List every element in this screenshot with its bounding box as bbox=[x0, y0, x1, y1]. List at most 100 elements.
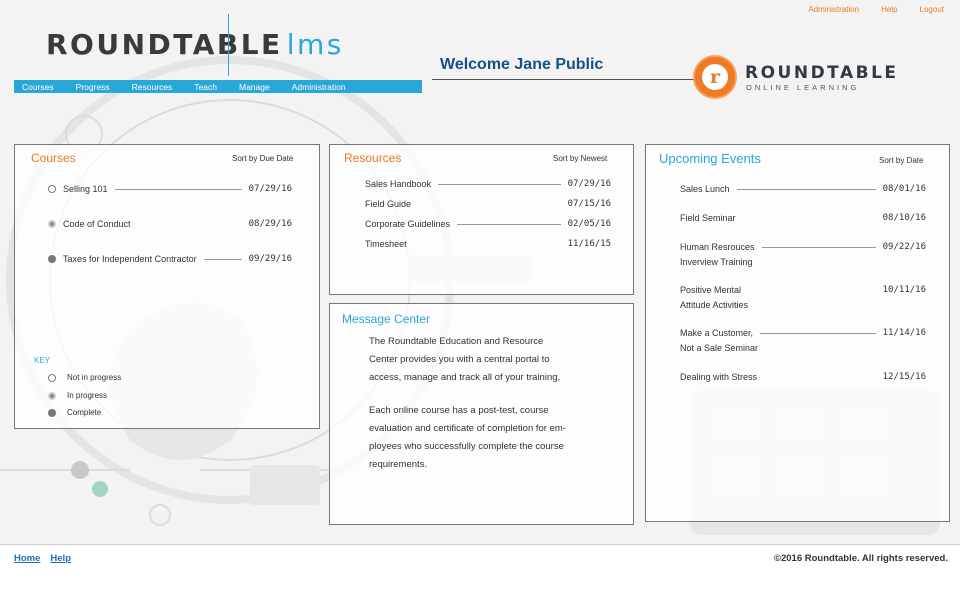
not-in-progress-icon bbox=[48, 373, 56, 382]
key-title: KEY bbox=[34, 356, 51, 365]
message-line: access, manage and track all of your tra… bbox=[369, 372, 561, 383]
row-leader-line bbox=[457, 223, 561, 225]
resource-row[interactable]: Timesheet 11/16/15 bbox=[365, 239, 611, 249]
event-item[interactable]: Sales Lunch 08/01/16 bbox=[680, 182, 926, 197]
brand-tagline: ONLINE LEARNING bbox=[746, 83, 860, 92]
resource-row[interactable]: Corporate Guidelines 02/05/16 bbox=[365, 219, 611, 229]
key-label: Complete bbox=[67, 408, 102, 417]
event-name: Make a Customer, bbox=[680, 328, 754, 338]
row-leader-line bbox=[203, 258, 242, 260]
event-item[interactable]: Dealing with Stress 12/15/16 bbox=[680, 370, 926, 385]
brand-name: ROUNDTABLE bbox=[745, 63, 899, 83]
course-due-date: 07/29/16 bbox=[248, 184, 292, 194]
event-name: Sales Lunch bbox=[680, 184, 730, 194]
event-date: 11/14/16 bbox=[882, 328, 926, 338]
event-name-continued: Inverview Training bbox=[680, 257, 753, 267]
event-item[interactable]: Make a Customer, 11/14/16 Not a Sale Sem… bbox=[680, 326, 926, 356]
event-name: Human Resrouces bbox=[680, 242, 755, 252]
event-name-continued: Attitude Activities bbox=[680, 300, 749, 310]
logo-suffix-text: lms bbox=[286, 28, 344, 61]
course-name: Selling 101 bbox=[63, 184, 108, 194]
course-row[interactable]: Taxes for Independent Contractor 09/29/1… bbox=[48, 254, 292, 264]
message-line: The Roundtable Education and Resource bbox=[369, 336, 544, 347]
resource-name: Sales Handbook bbox=[365, 179, 432, 189]
course-due-date: 09/29/16 bbox=[248, 254, 292, 264]
event-name: Field Seminar bbox=[680, 213, 736, 223]
row-leader-line bbox=[760, 333, 876, 334]
footer-link-home[interactable]: Home bbox=[14, 553, 40, 564]
row-leader-line bbox=[438, 183, 561, 185]
message-line: Each online course has a post-test, cour… bbox=[369, 405, 549, 416]
event-date: 09/22/16 bbox=[882, 242, 926, 252]
resource-date: 02/05/16 bbox=[567, 219, 611, 229]
event-date: 08/10/16 bbox=[882, 213, 926, 223]
resource-row[interactable]: Field Guide 07/15/16 bbox=[365, 199, 611, 209]
key-label: In progress bbox=[67, 391, 108, 400]
copyright-text: ©2016 Roundtable. All rights reserved. bbox=[773, 553, 948, 564]
footer: Home Help ©2016 Roundtable. All rights r… bbox=[0, 544, 960, 603]
logo-main-text: ROUNDTABLE bbox=[46, 28, 283, 61]
nav-administration[interactable]: Administration bbox=[284, 82, 360, 92]
roundtable-lms-logo[interactable]: ROUNDTABLE lms bbox=[46, 28, 344, 61]
message-center-title: Message Center bbox=[342, 312, 431, 326]
message-line: Center provides you with a central porta… bbox=[369, 354, 550, 365]
header: ROUNDTABLE lms Welcome Jane Public Course… bbox=[0, 0, 960, 100]
event-date: 08/01/16 bbox=[882, 184, 926, 194]
event-name: Positive Mental bbox=[680, 285, 742, 295]
resource-row[interactable]: Sales Handbook 07/29/16 bbox=[365, 179, 611, 189]
course-row[interactable]: Selling 101 07/29/16 bbox=[48, 184, 292, 194]
message-line: requirements. bbox=[369, 459, 428, 470]
message-line: ployees who successfully complete the co… bbox=[369, 441, 564, 452]
courses-title: Courses bbox=[31, 151, 76, 165]
in-progress-icon bbox=[48, 391, 56, 400]
complete-icon bbox=[48, 408, 56, 417]
key-item: Not in progress bbox=[48, 373, 121, 382]
resource-date: 11/16/15 bbox=[567, 239, 611, 249]
not-in-progress-icon bbox=[48, 185, 56, 193]
course-name: Code of Conduct bbox=[63, 219, 131, 229]
resource-date: 07/15/16 bbox=[567, 199, 611, 209]
in-progress-icon bbox=[48, 220, 56, 228]
row-leader-line bbox=[736, 189, 876, 190]
nav-progress[interactable]: Progress bbox=[68, 82, 124, 92]
resource-date: 07/29/16 bbox=[567, 179, 611, 189]
brand-mark-letter: r bbox=[702, 64, 728, 90]
message-line: evaluation and certificate of completion… bbox=[369, 423, 566, 434]
event-date: 12/15/16 bbox=[882, 372, 926, 382]
course-row[interactable]: Code of Conduct 08/29/16 bbox=[48, 219, 292, 229]
row-leader-line bbox=[114, 188, 242, 190]
event-item[interactable]: Human Resrouces 09/22/16 Inverview Train… bbox=[680, 240, 926, 270]
welcome-message: Welcome Jane Public bbox=[440, 56, 604, 73]
main-nav: Courses Progress Resources Teach Manage … bbox=[14, 80, 422, 93]
event-item[interactable]: Field Seminar 08/10/16 bbox=[680, 211, 926, 226]
key-label: Not in progress bbox=[67, 373, 122, 382]
message-paragraph: Each online course has a post-test, cour… bbox=[369, 402, 566, 474]
message-paragraph: The Roundtable Education and Resource Ce… bbox=[369, 333, 560, 387]
key-item: In progress bbox=[48, 391, 107, 400]
resource-name: Corporate Guidelines bbox=[365, 219, 451, 229]
row-leader-line bbox=[761, 247, 876, 248]
logo-divider bbox=[228, 14, 229, 76]
key-item: Complete bbox=[48, 408, 101, 417]
event-name-continued: Not a Sale Seminar bbox=[680, 343, 759, 353]
nav-courses[interactable]: Courses bbox=[14, 82, 68, 92]
roundtable-brand-mark: r bbox=[693, 55, 737, 99]
resource-name: Field Guide bbox=[365, 199, 412, 209]
footer-links: Home Help bbox=[14, 553, 71, 564]
resources-title: Resources bbox=[344, 151, 402, 165]
events-sort[interactable]: Sort by Date bbox=[879, 156, 923, 165]
events-title: Upcoming Events bbox=[659, 151, 761, 166]
courses-sort[interactable]: Sort by Due Date bbox=[232, 154, 293, 163]
nav-teach[interactable]: Teach bbox=[186, 82, 231, 92]
event-item[interactable]: Positive Mental 10/11/16 Attitude Activi… bbox=[680, 283, 926, 313]
nav-manage[interactable]: Manage bbox=[231, 82, 284, 92]
nav-resources[interactable]: Resources bbox=[124, 82, 187, 92]
resource-name: Timesheet bbox=[365, 239, 407, 249]
resources-sort[interactable]: Sort by Newest bbox=[553, 154, 607, 163]
course-name: Taxes for Independent Contractor bbox=[63, 254, 197, 264]
complete-icon bbox=[48, 255, 56, 263]
event-name: Dealing with Stress bbox=[680, 372, 758, 382]
header-divider bbox=[432, 79, 694, 80]
footer-link-help[interactable]: Help bbox=[50, 553, 71, 564]
course-due-date: 08/29/16 bbox=[248, 219, 292, 229]
